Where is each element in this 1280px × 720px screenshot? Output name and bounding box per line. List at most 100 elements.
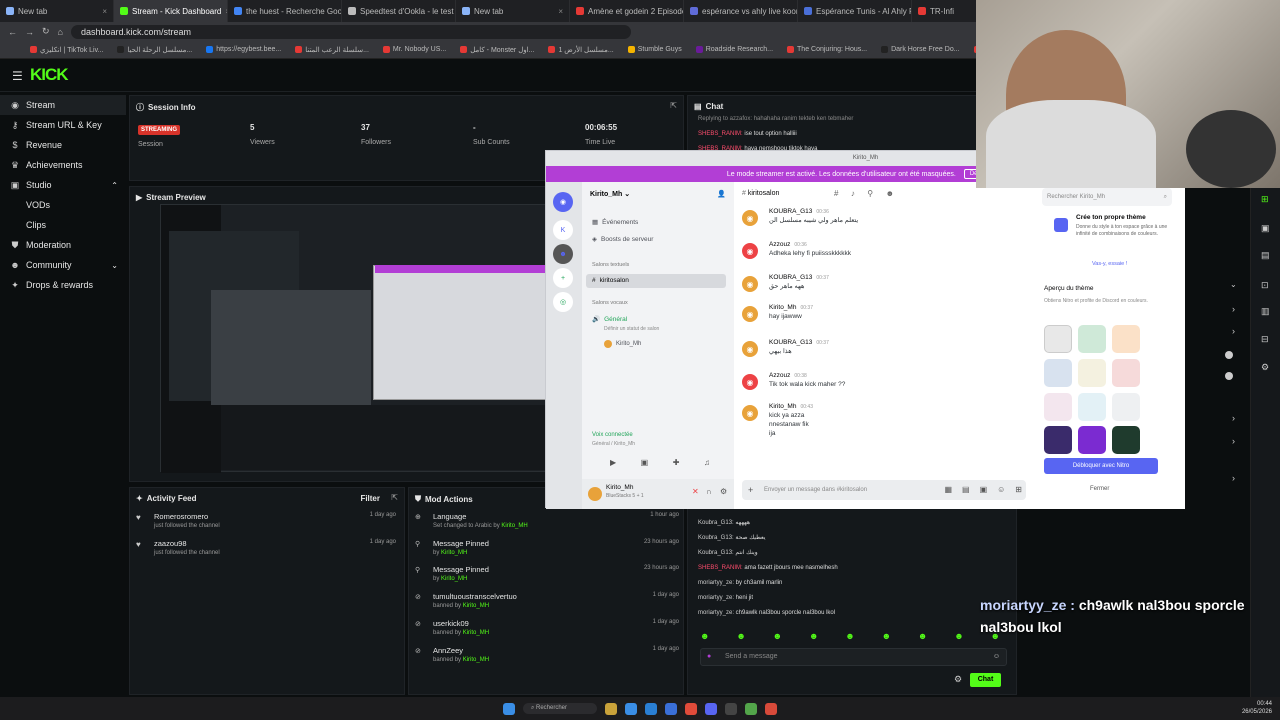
settings-icon[interactable]: ⚙: [954, 674, 962, 685]
toggle-dot[interactable]: [1225, 351, 1233, 359]
bookmark-item[interactable]: مسلسل الرحلة الحيا...: [117, 46, 192, 54]
tool-icon[interactable]: ▤: [1261, 250, 1270, 261]
bookmark-item[interactable]: مسلسل الأرض 1...: [548, 46, 614, 54]
tool-icon[interactable]: ⊞: [1261, 194, 1269, 205]
server-icon[interactable]: ☻: [553, 244, 573, 264]
emote-icon[interactable]: ☻: [918, 631, 927, 645]
moderator-name[interactable]: Kirito_MH: [463, 657, 489, 663]
forward-icon[interactable]: →: [25, 27, 34, 37]
chat-input[interactable]: Send a message ● ☺: [700, 648, 1007, 666]
chevron-right-icon[interactable]: ›: [1232, 304, 1235, 314]
avatar[interactable]: ◉: [742, 210, 758, 226]
expand-icon[interactable]: ⌄: [1230, 280, 1237, 289]
bookmark-item[interactable]: https://egybest.bee...: [206, 46, 281, 53]
bookmark-item[interactable]: Dark Horse Free Do...: [881, 46, 960, 53]
avatar[interactable]: [588, 487, 602, 501]
theme-swatch[interactable]: [1078, 359, 1106, 387]
browser-tab[interactable]: the huest - Recherche Google×: [228, 0, 342, 22]
explore-icon[interactable]: ◎: [553, 292, 573, 312]
avatar[interactable]: ◉: [742, 276, 758, 292]
chat-username[interactable]: Koubra_G13:: [698, 535, 734, 541]
app-icon[interactable]: [745, 702, 758, 715]
tool-icon[interactable]: ▣: [1261, 223, 1270, 234]
taskbar-search[interactable]: ⌕ Rechercher: [522, 703, 598, 714]
headset-icon[interactable]: ∩: [706, 487, 712, 496]
chat-message[interactable]: moriartyy_ze: by ch3amil marlin: [698, 576, 998, 591]
tool-icon[interactable]: ⊡: [1261, 280, 1269, 291]
bookmark-item[interactable]: كامل - Monster اول...: [460, 46, 534, 54]
theme-swatch[interactable]: [1078, 325, 1106, 353]
message-author[interactable]: Azzouz: [769, 241, 790, 248]
server-name[interactable]: Kirito_Mh ⌄: [590, 190, 630, 198]
edge-icon[interactable]: [645, 702, 658, 715]
chat-username[interactable]: Koubra_G13:: [698, 520, 734, 526]
home-icon[interactable]: ⌂: [58, 27, 63, 37]
moderator-name[interactable]: Kirito_MH: [463, 603, 489, 609]
bookmark-item[interactable]: سلسلة الرعب المتنا...: [295, 46, 369, 54]
emote-icon[interactable]: ☻: [954, 631, 963, 645]
add-server-icon[interactable]: +: [553, 268, 573, 288]
camera-icon[interactable]: ▶: [610, 458, 616, 467]
sidebar-item-drops-rewards[interactable]: ✦ Drops & rewards: [0, 275, 126, 295]
chevron-right-icon[interactable]: ›: [1232, 326, 1235, 336]
close-button[interactable]: Fermer: [1090, 486, 1109, 492]
chat-message[interactable]: Koubra_G13: ههههه: [698, 516, 998, 531]
threads-icon[interactable]: #: [834, 189, 838, 198]
kick-logo[interactable]: KICK: [30, 65, 69, 85]
voice-channel-general[interactable]: 🔊 Général: [592, 315, 627, 324]
chevron-right-icon[interactable]: ›: [1232, 436, 1235, 446]
emote-icon[interactable]: ☻: [700, 631, 709, 645]
chevron-right-icon[interactable]: ›: [1232, 473, 1235, 483]
app-icon[interactable]: [765, 702, 778, 715]
add-attachment-icon[interactable]: +: [748, 480, 753, 500]
send-chat-button[interactable]: Chat: [970, 673, 1001, 687]
url-field[interactable]: dashboard.kick.com/stream: [70, 24, 631, 39]
sidebar-item-studio[interactable]: ▣ Studio ⌃: [0, 175, 126, 195]
gif-icon[interactable]: ▤: [962, 480, 970, 500]
emote-icon[interactable]: ☻: [809, 631, 818, 645]
back-icon[interactable]: ←: [8, 27, 17, 37]
chevron-up-icon[interactable]: ⌃: [111, 181, 118, 190]
sidebar-item-clips[interactable]: Clips: [0, 215, 126, 235]
tool-icon[interactable]: ▥: [1261, 306, 1270, 317]
chat-message[interactable]: SHEBS_RANIM: ama fazett jbours mee nasme…: [698, 561, 998, 576]
theme-swatch[interactable]: [1112, 325, 1140, 353]
bookmark-item[interactable]: Stumble Guys: [627, 46, 682, 53]
mic-muted-icon[interactable]: ✕: [692, 487, 699, 496]
reload-icon[interactable]: ↻: [42, 26, 50, 37]
bell-icon[interactable]: ♪: [851, 189, 855, 198]
theme-swatch[interactable]: [1112, 393, 1140, 421]
chat-message[interactable]: SHEBS_RANIM: ise tout option halliii: [698, 127, 998, 142]
avatar[interactable]: ◉: [742, 405, 758, 421]
pin-icon[interactable]: ⚲: [867, 189, 873, 198]
message-author[interactable]: Kirito_Mh: [769, 403, 796, 410]
moderator-name[interactable]: Kirito_MH: [441, 550, 467, 556]
chevron-down-icon[interactable]: ⌄: [111, 261, 118, 270]
chat-username[interactable]: SHEBS_RANIM:: [698, 131, 743, 137]
tool-icon[interactable]: ⚙: [1261, 362, 1269, 373]
message-input[interactable]: Envoyer un message dans #kiritosalon + ▦…: [742, 480, 1026, 500]
sidebar-item-revenue[interactable]: $ Revenue: [0, 135, 126, 155]
chat-username[interactable]: Replying to azzafox: hahahaha ranim tekt…: [698, 116, 853, 122]
browser-tab[interactable]: Stream - Kick Dashboard×: [114, 0, 228, 22]
filter-button[interactable]: Filter: [360, 494, 380, 503]
chat-username[interactable]: moriartyy_ze:: [698, 595, 734, 601]
tool-icon[interactable]: ⊟: [1261, 334, 1269, 345]
clock[interactable]: 00:44 26/05/2026: [1242, 700, 1272, 716]
toggle-dot[interactable]: [1225, 372, 1233, 380]
message-author[interactable]: KOUBRA_G13: [769, 274, 812, 281]
sidebar-item-stream-url-key[interactable]: ⚷ Stream URL & Key: [0, 115, 126, 135]
browser-tab[interactable]: New tab ×: [0, 0, 114, 22]
avatar[interactable]: ◉: [742, 306, 758, 322]
chat-username[interactable]: SHEBS_RANIM:: [698, 565, 743, 571]
sidebar-item-moderation[interactable]: ⛊ Moderation: [0, 235, 126, 255]
text-channels-header[interactable]: Salons textuels: [592, 262, 629, 268]
theme-swatch[interactable]: [1044, 359, 1072, 387]
app-icon[interactable]: [665, 702, 678, 715]
chat-username[interactable]: moriartyy_ze:: [698, 610, 734, 616]
sidebar-item-community[interactable]: ☻ Community ⌄: [0, 255, 126, 275]
sidebar-item-stream[interactable]: ◉ Stream: [0, 95, 126, 115]
channel-kiritosalon[interactable]: # kiritosalon: [592, 277, 629, 284]
emote-icon[interactable]: ☻: [773, 631, 782, 645]
emote-icon[interactable]: ☻: [736, 631, 745, 645]
